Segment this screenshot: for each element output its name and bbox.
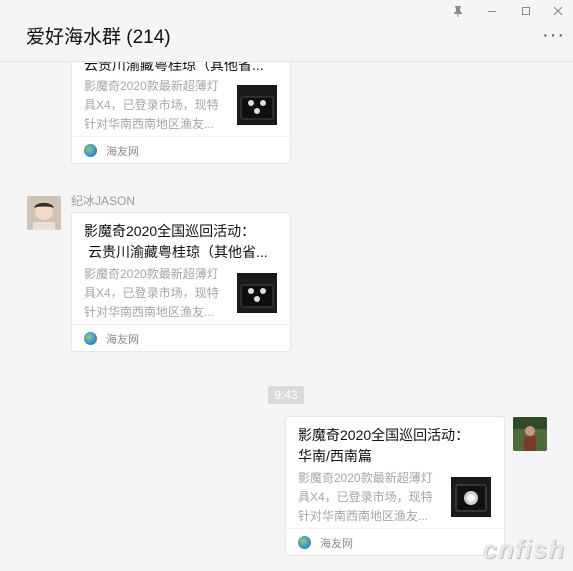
link-card[interactable]: 影魔奇2020全国巡回活动： 云贵川渝藏粤桂琼（其他省... 影魔奇2020款最…: [71, 212, 291, 352]
link-card[interactable]: 云贵川渝藏粤桂琼（其他省... 影魔奇2020款最新超薄灯 具X4，已登录市场，…: [71, 62, 291, 164]
watermark-logo: cnfish: [482, 534, 565, 564]
avatar[interactable]: [27, 196, 61, 230]
source-logo-icon: [84, 144, 97, 157]
pin-icon[interactable]: [450, 3, 466, 19]
card-thumbnail: [451, 477, 491, 517]
source-name: 海友网: [106, 146, 139, 158]
card-title: 影魔奇2020全国巡回活动： 华南/西南篇: [298, 427, 470, 464]
card-thumbnail: [237, 85, 277, 125]
close-icon[interactable]: [550, 3, 566, 19]
sender-name: 纪冰JASON: [71, 194, 136, 208]
chat-area[interactable]: 云贵川渝藏粤桂琼（其他省... 影魔奇2020款最新超薄灯 具X4，已登录市场，…: [0, 62, 573, 571]
card-footer: 海友网: [286, 528, 504, 555]
maximize-icon[interactable]: [518, 3, 534, 19]
card-description: 影魔奇2020款最新超薄灯 具X4，已登录市场，现特 针对华南西南地区渔友...: [84, 267, 219, 319]
card-footer: 海友网: [72, 136, 290, 163]
avatar[interactable]: [513, 417, 547, 451]
card-description: 影魔奇2020款最新超薄灯 具X4，已登录市场，现特 针对华南西南地区渔友...: [298, 471, 433, 523]
card-footer: 海友网: [72, 324, 290, 351]
card-thumbnail: [237, 273, 277, 313]
source-name: 海友网: [106, 334, 139, 346]
card-description: 影魔奇2020款最新超薄灯 具X4，已登录市场，现特 针对华南西南地区渔友...: [84, 79, 219, 131]
title-bar: 爱好海水群 (214) ···: [0, 0, 573, 62]
source-name: 海友网: [320, 538, 353, 550]
link-card[interactable]: 影魔奇2020全国巡回活动： 华南/西南篇 影魔奇2020款最新超薄灯 具X4，…: [285, 416, 505, 556]
avatar-child-icon: [27, 196, 61, 230]
source-logo-icon: [298, 536, 311, 549]
card-title: 影魔奇2020全国巡回活动： 云贵川渝藏粤桂琼（其他省...: [84, 223, 268, 260]
message-timestamp: 9:43: [268, 386, 304, 404]
avatar-outdoor-icon: [513, 417, 547, 451]
more-options-button[interactable]: ···: [542, 24, 565, 47]
card-title-line: 云贵川渝藏粤桂琼（其他省...: [84, 62, 264, 73]
minimize-icon[interactable]: [484, 3, 500, 19]
source-logo-icon: [84, 332, 97, 345]
chat-title: 爱好海水群 (214): [26, 27, 171, 48]
